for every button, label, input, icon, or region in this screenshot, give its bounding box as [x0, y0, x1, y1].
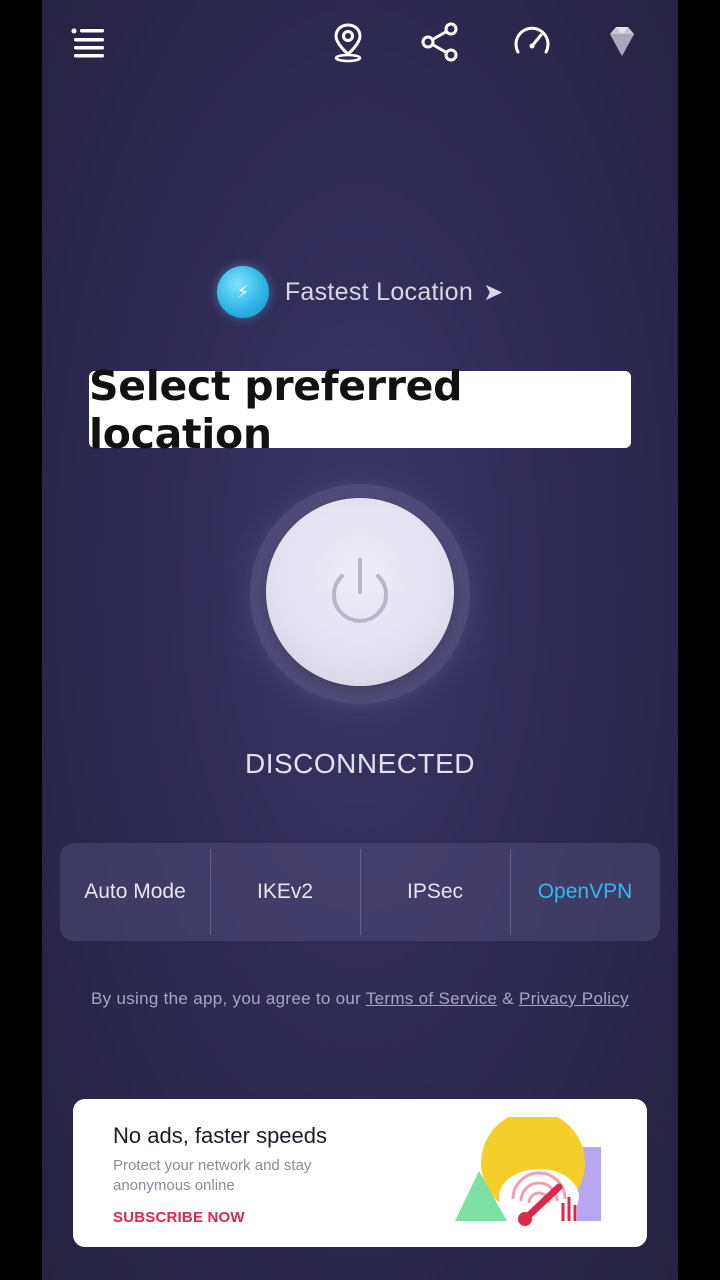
- connection-status: DISCONNECTED: [244, 748, 475, 779]
- terms-link[interactable]: Terms of Service: [366, 989, 497, 1008]
- caption-text: Select preferred location: [89, 361, 463, 458]
- speedometer-icon: [514, 26, 550, 54]
- power-icon: [332, 558, 388, 623]
- vpn-app-screen: ⚡ Fastest Location ➤ Select preferred lo…: [42, 0, 678, 1280]
- mode-ipsec[interactable]: IPSec: [360, 843, 510, 941]
- fastest-location-icon: ⚡: [216, 266, 269, 318]
- diamond-icon: [610, 27, 634, 56]
- promo-subtitle: Protect your network and stay anonymous …: [113, 1157, 312, 1194]
- share-button[interactable]: [416, 18, 464, 66]
- menu-icon: [71, 28, 104, 58]
- premium-button[interactable]: [598, 18, 646, 66]
- location-button[interactable]: [324, 18, 372, 66]
- location-pin-icon: [334, 23, 362, 63]
- subscription-banner[interactable]: No ads, faster speeds Protect your netwo…: [73, 1099, 647, 1247]
- promo-title: No ads, faster speeds: [113, 1123, 328, 1148]
- share-icon: [421, 22, 458, 62]
- legal-amp: &: [502, 989, 514, 1008]
- mode-auto[interactable]: Auto Mode: [60, 843, 210, 941]
- connect-button[interactable]: [266, 498, 454, 686]
- legal-prefix: By using the app, you agree to our: [91, 989, 362, 1008]
- top-bar: [42, 0, 678, 84]
- mode-ikev2[interactable]: IKEv2: [210, 843, 360, 941]
- mode-openvpn[interactable]: OpenVPN: [510, 843, 660, 941]
- protocol-selector: Auto Mode IKEv2 IPSec OpenVPN: [60, 843, 660, 941]
- speed-test-button[interactable]: [508, 18, 556, 66]
- location-label: Fastest Location: [284, 277, 474, 306]
- legal-notice: By using the app, you agree to our Terms…: [66, 988, 654, 1010]
- promo-illustration: [455, 1117, 601, 1226]
- caption-overlay: Select preferred location: [89, 362, 631, 458]
- menu-button[interactable]: [64, 18, 112, 66]
- location-selector[interactable]: ⚡ Fastest Location ➤: [42, 264, 678, 320]
- privacy-link[interactable]: Privacy Policy: [519, 989, 629, 1008]
- subscribe-now-link[interactable]: SUBSCRIBE NOW: [113, 1209, 245, 1226]
- arrow-right-icon: ➤: [483, 278, 504, 306]
